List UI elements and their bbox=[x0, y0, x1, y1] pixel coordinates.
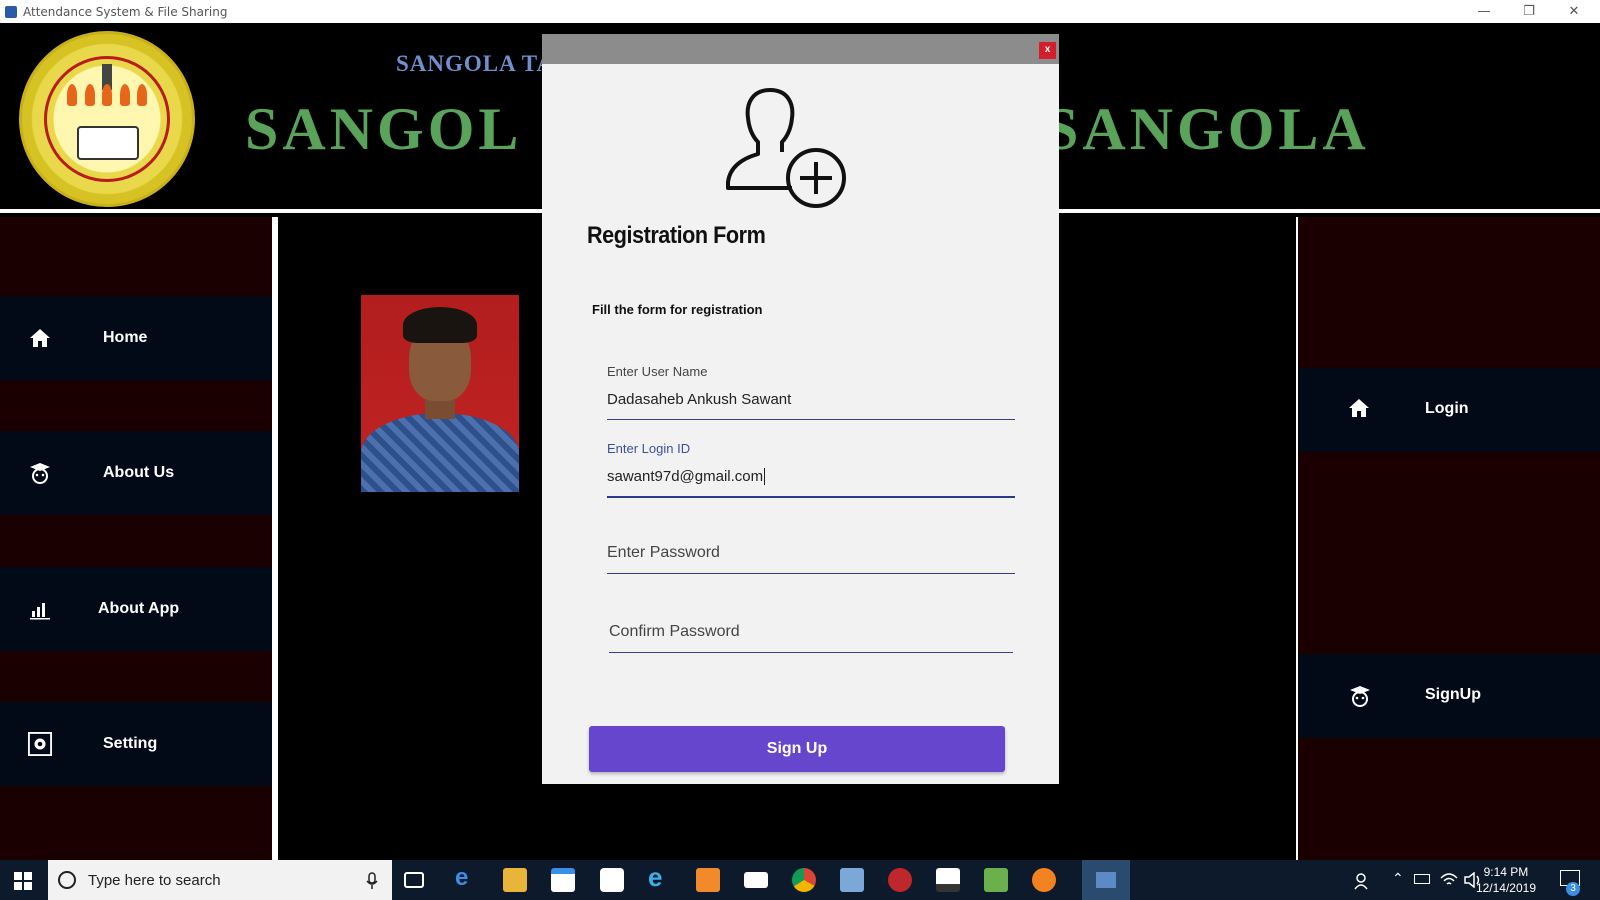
nav-item-signup[interactable]: SignUp bbox=[1298, 654, 1600, 738]
browser-icon[interactable] bbox=[1032, 868, 1056, 892]
photos-icon[interactable] bbox=[936, 868, 960, 892]
window-titlebar: Attendance System & File Sharing — ❐ ✕ bbox=[0, 0, 1600, 23]
home-icon bbox=[1348, 398, 1370, 424]
clock-time: 9:14 PM bbox=[1483, 865, 1529, 879]
confirm-password-underline bbox=[609, 652, 1013, 653]
app-icon bbox=[5, 5, 17, 18]
close-dialog-button[interactable]: x bbox=[1039, 42, 1056, 59]
minimize-button[interactable]: — bbox=[1462, 0, 1506, 23]
password-underline bbox=[607, 573, 1015, 574]
close-window-button[interactable]: ✕ bbox=[1552, 0, 1596, 23]
media-player-icon[interactable] bbox=[696, 868, 720, 892]
dialog-titlebar bbox=[542, 34, 1059, 64]
college-title-right: SANGOLA bbox=[1045, 96, 1370, 162]
student-icon bbox=[28, 461, 52, 485]
nav-item-about-us[interactable]: About Us bbox=[0, 431, 272, 515]
home-icon bbox=[28, 326, 52, 350]
taskbar-clock[interactable]: 9:14 PM 12/14/2019 bbox=[1476, 864, 1536, 896]
app-red-icon[interactable] bbox=[888, 868, 912, 892]
nav-label-home: Home bbox=[103, 329, 148, 346]
virtualbox-icon[interactable] bbox=[840, 868, 864, 892]
attendance-app-icon bbox=[1096, 872, 1116, 888]
nav-label-signup: SignUp bbox=[1425, 686, 1481, 703]
microphone-icon[interactable] bbox=[366, 872, 378, 890]
taskbar-search-input[interactable]: Type here to search bbox=[88, 872, 221, 889]
profile-photo bbox=[361, 295, 519, 492]
edge-icon[interactable]: e bbox=[455, 864, 479, 891]
student-icon bbox=[1348, 684, 1372, 714]
active-app-taskbar-button[interactable] bbox=[1082, 860, 1130, 900]
nav-item-login[interactable]: Login bbox=[1298, 368, 1600, 452]
nav-item-home[interactable]: Home bbox=[0, 296, 272, 380]
nav-item-setting[interactable]: Setting bbox=[0, 702, 272, 786]
window-title: Attendance System & File Sharing bbox=[23, 4, 228, 19]
internet-explorer-icon[interactable]: e bbox=[648, 862, 672, 892]
login-id-label: Enter Login ID bbox=[607, 441, 691, 456]
form-subtitle: Fill the form for registration bbox=[592, 302, 763, 317]
nav-item-about-app[interactable]: About App bbox=[0, 567, 272, 651]
taskbar-search[interactable]: Type here to search bbox=[48, 860, 392, 900]
restore-button[interactable]: ❐ bbox=[1507, 0, 1551, 23]
form-title: Registration Form bbox=[587, 222, 766, 249]
notepad-icon[interactable] bbox=[984, 868, 1008, 892]
windows-start-icon[interactable] bbox=[14, 872, 32, 890]
wifi-icon[interactable] bbox=[1440, 872, 1458, 888]
confirm-password-field[interactable]: Confirm Password bbox=[609, 623, 740, 641]
username-label: Enter User Name bbox=[607, 364, 708, 379]
cortana-icon bbox=[58, 871, 76, 889]
username-field[interactable]: Dadasaheb Ankush Sawant bbox=[607, 391, 791, 408]
login-id-field[interactable]: sawant97d@gmail.com bbox=[607, 468, 766, 485]
chart-icon bbox=[28, 597, 52, 621]
login-id-underline bbox=[607, 496, 1015, 498]
college-subtitle: SANGOLA TA bbox=[396, 51, 555, 76]
camera-icon[interactable] bbox=[600, 868, 624, 892]
right-sidebar bbox=[1298, 217, 1600, 860]
nav-label-login: Login bbox=[1425, 400, 1469, 417]
college-logo bbox=[19, 31, 195, 207]
notification-badge: 3 bbox=[1566, 882, 1580, 896]
battery-icon[interactable] bbox=[1414, 874, 1430, 884]
nav-label-about-us: About Us bbox=[103, 464, 175, 481]
sign-up-button[interactable]: Sign Up bbox=[589, 726, 1005, 772]
people-icon[interactable] bbox=[1354, 872, 1372, 890]
nav-label-about-app: About App bbox=[98, 600, 180, 617]
chevron-up-icon[interactable]: ⌃ bbox=[1392, 870, 1404, 887]
chrome-icon[interactable] bbox=[792, 868, 816, 892]
add-user-icon bbox=[726, 88, 846, 208]
college-title-left: SANGOL bbox=[245, 96, 523, 162]
gear-icon bbox=[28, 732, 52, 756]
file-explorer-icon[interactable] bbox=[503, 868, 527, 892]
username-underline bbox=[607, 419, 1015, 420]
taskbar: Type here to search e e ⌃ 9:14 PM 12/14/… bbox=[0, 860, 1600, 900]
store-icon[interactable] bbox=[551, 868, 575, 892]
registration-dialog: x Registration Form Fill the form for re… bbox=[542, 34, 1059, 784]
nav-label-setting: Setting bbox=[103, 735, 158, 752]
right-sidebar-border bbox=[1296, 217, 1298, 860]
mail-icon[interactable] bbox=[744, 872, 768, 888]
password-field[interactable]: Enter Password bbox=[607, 544, 720, 562]
clock-date: 12/14/2019 bbox=[1475, 881, 1536, 895]
task-view-icon[interactable] bbox=[404, 872, 424, 888]
